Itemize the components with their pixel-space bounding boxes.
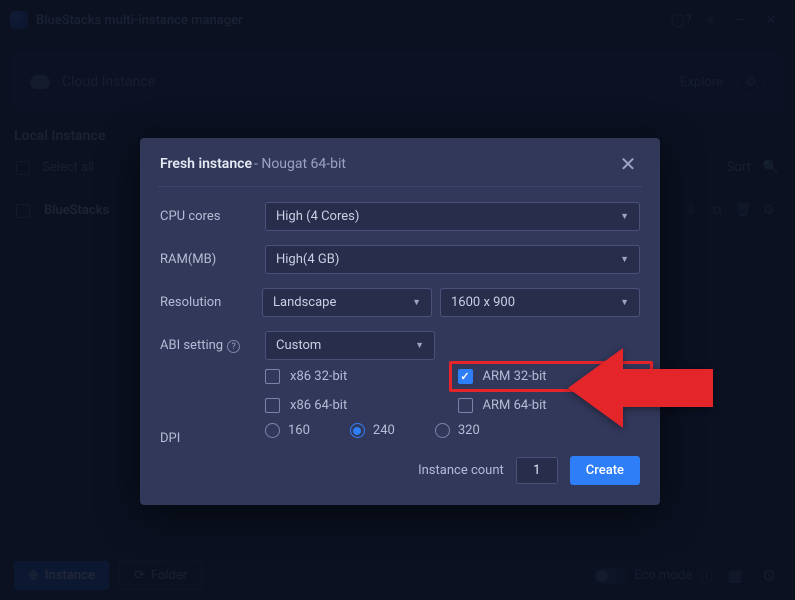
chevron-down-icon: ▼	[620, 254, 629, 265]
divider	[158, 186, 642, 187]
abi-help-icon[interactable]: ?	[227, 340, 240, 353]
modal-footer: Instance count Create	[140, 438, 660, 505]
abi-mode-select[interactable]: Custom ▼	[265, 331, 435, 360]
cpu-row: CPU cores High (4 Cores) ▼	[140, 195, 660, 238]
dpi-320-radio[interactable]: 320	[435, 423, 480, 438]
cpu-value: High (4 Cores)	[276, 209, 359, 224]
modal-subtitle: - Nougat 64-bit	[254, 156, 346, 172]
abi-x86-64-checkbox[interactable]: x86 64-bit	[265, 398, 448, 413]
abi-x86-32-checkbox[interactable]: x86 32-bit	[265, 369, 448, 384]
abi-mode-value: Custom	[276, 338, 321, 353]
resolution-select[interactable]: 1600 x 900 ▼	[440, 288, 640, 317]
abi-arm-32-checkbox[interactable]: ARM 32-bit	[449, 361, 654, 392]
chevron-down-icon: ▼	[412, 297, 421, 308]
abi-label: ABI setting?	[160, 338, 265, 354]
dpi-240-radio[interactable]: 240	[350, 423, 395, 438]
ram-select[interactable]: High(4 GB) ▼	[265, 245, 640, 274]
modal-header: Fresh instance - Nougat 64-bit ✕	[140, 138, 660, 186]
chevron-down-icon: ▼	[620, 211, 629, 222]
abi-arm-64-checkbox[interactable]: ARM 64-bit	[458, 398, 641, 413]
chevron-down-icon: ▼	[415, 340, 424, 351]
fresh-instance-modal: Fresh instance - Nougat 64-bit ✕ CPU cor…	[140, 138, 660, 505]
dpi-160-radio[interactable]: 160	[265, 423, 310, 438]
ram-label: RAM(MB)	[160, 252, 265, 267]
close-icon[interactable]: ✕	[616, 152, 640, 176]
ram-row: RAM(MB) High(4 GB) ▼	[140, 238, 660, 281]
modal-title: Fresh instance	[160, 156, 252, 172]
resolution-label: Resolution	[160, 295, 262, 310]
abi-options-grid: x86 32-bit ARM 32-bit x86 64-bit ARM 64-…	[140, 367, 660, 419]
cpu-select[interactable]: High (4 Cores) ▼	[265, 202, 640, 231]
dpi-label: DPI	[160, 431, 265, 446]
instance-count-label: Instance count	[418, 463, 504, 478]
instance-count-input[interactable]	[516, 457, 558, 484]
create-button[interactable]: Create	[570, 456, 640, 485]
orientation-value: Landscape	[273, 295, 336, 310]
ram-value: High(4 GB)	[276, 252, 339, 267]
cpu-label: CPU cores	[160, 209, 265, 224]
resolution-row: Resolution Landscape ▼ 1600 x 900 ▼	[140, 281, 660, 324]
orientation-select[interactable]: Landscape ▼	[262, 288, 432, 317]
chevron-down-icon: ▼	[620, 297, 629, 308]
resolution-value: 1600 x 900	[451, 295, 515, 310]
